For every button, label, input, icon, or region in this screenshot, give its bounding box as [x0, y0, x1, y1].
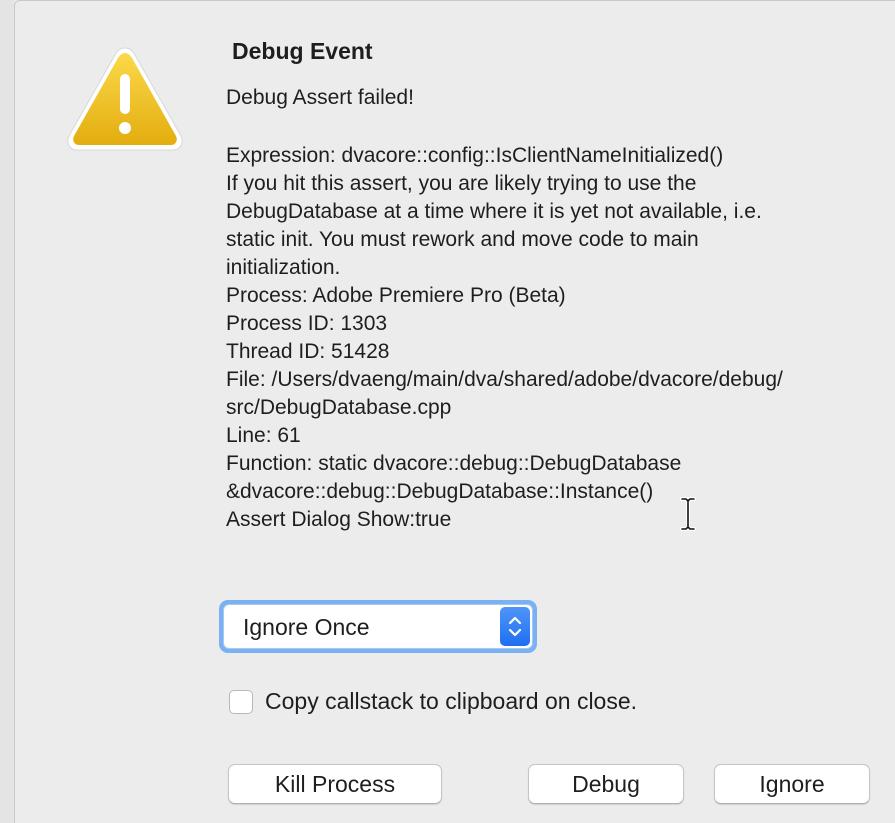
detail-line: Line: 61 — [226, 424, 301, 447]
action-select-focus-ring: Ignore Once — [219, 600, 537, 653]
detail-line: &dvacore::debug::DebugDatabase::Instance… — [226, 480, 654, 503]
select-stepper[interactable] — [500, 607, 530, 646]
detail-line: Assert Dialog Show:true — [226, 508, 452, 531]
detail-line: static init. You must rework and move co… — [226, 228, 699, 251]
detail-line: src/DebugDatabase.cpp — [226, 396, 452, 419]
background-window-edge — [0, 0, 14, 823]
detail-line: Process: Adobe Premiere Pro (Beta) — [226, 284, 566, 307]
warning-triangle-icon — [67, 47, 183, 151]
callstack-checkbox-label[interactable]: Copy callstack to clipboard on close. — [265, 688, 637, 715]
dialog-subtitle: Debug Assert failed! — [226, 86, 414, 109]
callstack-checkbox[interactable] — [229, 690, 253, 714]
action-select-value: Ignore Once — [243, 614, 370, 640]
action-select[interactable]: Ignore Once — [223, 604, 533, 649]
chevron-up-down-icon — [508, 616, 522, 637]
debug-button[interactable]: Debug — [528, 764, 684, 804]
detail-line: Process ID: 1303 — [226, 312, 388, 335]
assert-details: Expression: dvacore::config::IsClientNam… — [226, 142, 866, 534]
text-cursor-icon — [680, 497, 696, 531]
detail-line: File: /Users/dvaeng/main/dva/shared/adob… — [226, 368, 783, 391]
detail-line: Function: static dvacore::debug::DebugDa… — [226, 452, 682, 475]
detail-line: If you hit this assert, you are likely t… — [226, 172, 697, 195]
detail-line: DebugDatabase at a time where it is yet … — [226, 200, 762, 223]
detail-line: initialization. — [226, 256, 341, 279]
kill-process-button[interactable]: Kill Process — [228, 764, 442, 804]
detail-line: Expression: dvacore::config::IsClientNam… — [226, 144, 724, 167]
detail-line: Thread ID: 51428 — [226, 340, 390, 363]
ignore-button[interactable]: Ignore — [714, 764, 870, 804]
dialog-title: Debug Event — [232, 38, 373, 64]
